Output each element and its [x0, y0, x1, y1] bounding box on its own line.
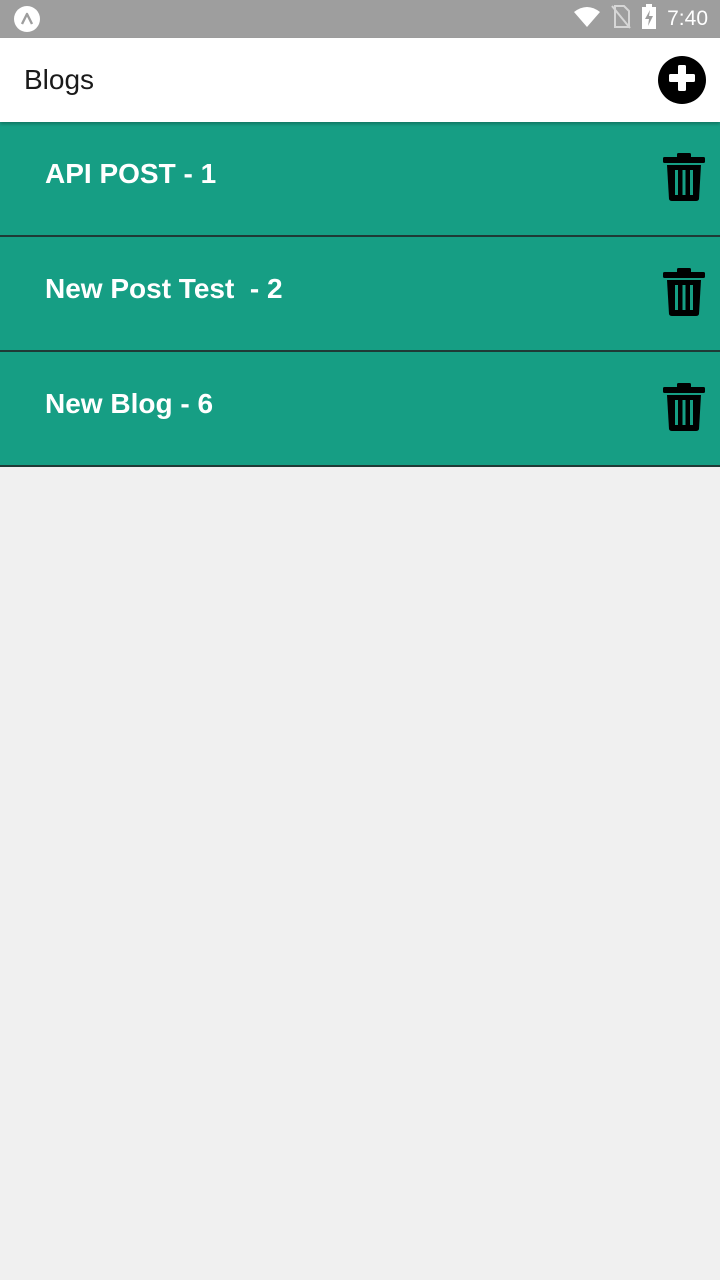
trash-icon: [663, 267, 705, 321]
blog-title: New Blog - 6: [45, 388, 214, 419]
blog-list-item[interactable]: API POST - 1: [0, 122, 720, 237]
page-title: Blogs: [24, 64, 95, 95]
plus-circle-icon: [667, 63, 697, 98]
app-icon: [14, 6, 40, 32]
status-time: 7:40: [667, 7, 708, 30]
add-blog-button[interactable]: [658, 56, 706, 104]
wifi-icon: [573, 6, 601, 33]
blog-list-item[interactable]: New Post Test - 2: [0, 237, 720, 352]
trash-icon: [663, 382, 705, 436]
delete-blog-button[interactable]: [662, 152, 706, 206]
delete-blog-button[interactable]: [662, 267, 706, 321]
app-header: Blogs: [0, 38, 720, 122]
status-bar: 7:40: [0, 0, 720, 38]
blog-list-item[interactable]: New Blog - 6: [0, 352, 720, 467]
trash-icon: [663, 152, 705, 206]
blog-title: New Post Test - 2: [45, 273, 283, 304]
blog-title: API POST - 1: [45, 158, 217, 189]
blog-list: API POST - 1 New Post Test - 2 New Blog …: [0, 122, 720, 467]
battery-charging-icon: [641, 3, 657, 35]
no-sim-icon: [611, 4, 631, 34]
delete-blog-button[interactable]: [662, 382, 706, 436]
